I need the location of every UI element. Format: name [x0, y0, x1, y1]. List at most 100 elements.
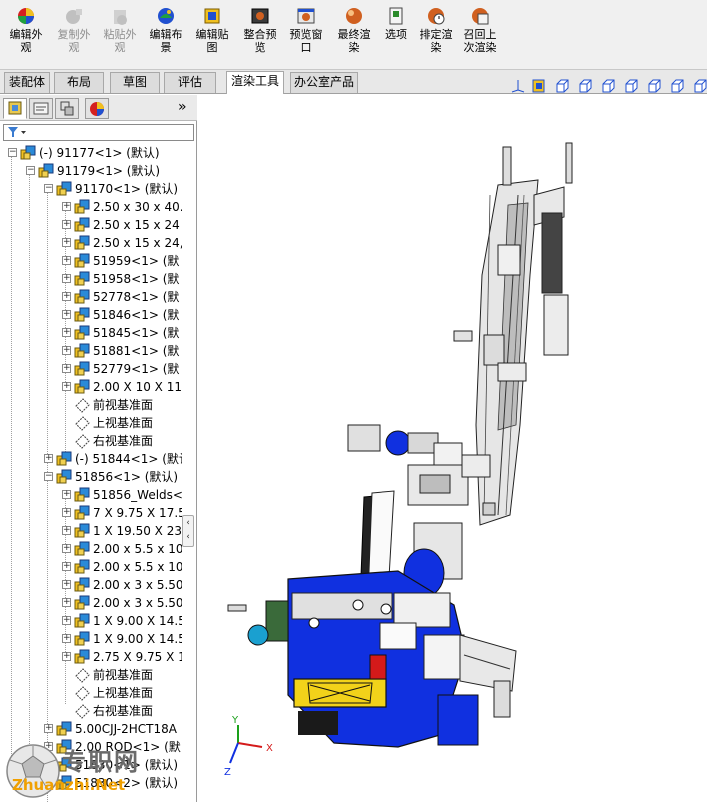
view-bottom-icon[interactable]	[669, 78, 685, 94]
collapse-toggle-icon[interactable]: −	[26, 166, 35, 175]
tab-3[interactable]: 评估	[164, 72, 216, 93]
tree-item[interactable]: +2.00 x 5.5 x 10	[0, 540, 182, 558]
tree-item[interactable]: +7 X 9.75 X 17.5	[0, 504, 182, 522]
tree-item[interactable]: 右视基准面	[0, 702, 182, 720]
tree-item[interactable]: +2.75 X 9.75 X 1	[0, 648, 182, 666]
tree-item[interactable]: +1 X 9.00 X 14.5	[0, 612, 182, 630]
toolbar-button-edit-decal[interactable]: 编辑贴 图	[188, 6, 236, 54]
expand-toggle-icon[interactable]: +	[62, 256, 71, 265]
tree-item[interactable]: +51958<1> (默	[0, 270, 182, 288]
expand-toggle-icon[interactable]: +	[62, 364, 71, 373]
tree-item[interactable]: − 91170<1> (默认)	[0, 180, 182, 198]
tree-item[interactable]: +2.50 x 15 x 24	[0, 216, 182, 234]
expand-toggle-icon[interactable]: +	[62, 238, 71, 247]
expand-toggle-icon[interactable]: +	[62, 220, 71, 229]
tree-filter-bar[interactable]	[3, 124, 194, 141]
view-back-icon[interactable]	[623, 78, 639, 94]
toolbar-button-paste-appearance[interactable]: 粘贴外 观	[96, 6, 144, 54]
toolbar-button-integrated-preview[interactable]: 整合预 览	[236, 6, 284, 54]
tree-item[interactable]: − (-) 91177<1> (默认)	[0, 144, 182, 162]
tree-item[interactable]: +5.00CJJ-2HCT18A	[0, 720, 182, 738]
graphics-viewport[interactable]: Y X Z	[198, 95, 707, 802]
tab-2[interactable]: 草图	[110, 72, 160, 93]
tree-item[interactable]: +51856_Welds<	[0, 486, 182, 504]
expand-toggle-icon[interactable]: +	[62, 382, 71, 391]
watermark-url: Zhuanzhi.Net	[12, 776, 126, 794]
tree-item-label: 51845<1> (默	[93, 326, 180, 340]
view-isometric-icon[interactable]	[531, 78, 547, 94]
tree-item[interactable]: +2.00 x 5.5 x 10	[0, 558, 182, 576]
tree-item-label: 上视基准面	[93, 686, 154, 700]
toolbar-button-copy-appearance[interactable]: 复制外 观	[50, 6, 98, 54]
toolbar-button-recall-render[interactable]: 召回上 次渲染	[456, 6, 504, 54]
filter-icon[interactable]	[6, 125, 28, 140]
expand-toggle-icon[interactable]: +	[44, 454, 53, 463]
tree-item[interactable]: 前视基准面	[0, 396, 182, 414]
tree-item[interactable]: +51959<1> (默	[0, 252, 182, 270]
view-top-icon[interactable]	[577, 78, 593, 94]
expand-toggle-icon[interactable]: +	[62, 328, 71, 337]
tab-4[interactable]: 渲染工具	[226, 71, 284, 94]
expand-toggle-icon[interactable]: +	[62, 508, 71, 517]
expand-toggle-icon[interactable]: +	[62, 634, 71, 643]
expand-toggle-icon[interactable]: +	[62, 616, 71, 625]
expand-toggle-icon[interactable]: +	[62, 346, 71, 355]
toolbar-button-edit-scene[interactable]: 编辑布 景	[142, 6, 190, 54]
tree-item[interactable]: 前视基准面	[0, 666, 182, 684]
expand-toggle-icon[interactable]: +	[62, 310, 71, 319]
configuration-tab[interactable]	[55, 98, 79, 119]
tab-1[interactable]: 布局	[54, 72, 104, 93]
expand-toggle-icon[interactable]: +	[62, 526, 71, 535]
tree-item[interactable]: − 51856<1> (默认)	[0, 468, 182, 486]
view-selector-icon[interactable]	[692, 78, 707, 94]
tree-item[interactable]: +51845<1> (默	[0, 324, 182, 342]
tree-item[interactable]: − 91179<1> (默认)	[0, 162, 182, 180]
appearance-tab[interactable]	[85, 98, 109, 119]
collapse-toggle-icon[interactable]: −	[44, 184, 53, 193]
expand-toggle-icon[interactable]: +	[62, 544, 71, 553]
tree-item[interactable]: +2.00 x 3 x 5.50	[0, 576, 182, 594]
view-front-icon[interactable]	[554, 78, 570, 94]
expand-toggle-icon[interactable]: +	[62, 202, 71, 211]
tree-item[interactable]: +1 X 9.00 X 14.5	[0, 630, 182, 648]
tree-item[interactable]: +52778<1> (默	[0, 288, 182, 306]
expand-toggle-icon[interactable]: +	[62, 274, 71, 283]
toolbar-button-final-render[interactable]: 最终渲 染	[330, 6, 378, 54]
tree-item[interactable]: 上视基准面	[0, 414, 182, 432]
expand-toggle-icon[interactable]: +	[62, 292, 71, 301]
collapse-toggle-icon[interactable]: −	[8, 148, 17, 157]
collapse-toggle-icon[interactable]: −	[44, 472, 53, 481]
tree-item[interactable]: 上视基准面	[0, 684, 182, 702]
expand-toggle-icon[interactable]: +	[62, 598, 71, 607]
feature-tree-tab[interactable]	[3, 98, 27, 119]
toolbar-button-label: 预览窗 口	[289, 28, 323, 54]
panel-collapse-button[interactable]: »	[178, 99, 187, 115]
tree-item[interactable]: +2.50 x 30 x 40.	[0, 198, 182, 216]
view-left-icon[interactable]	[646, 78, 662, 94]
toolbar-button-preview-window[interactable]: 预览窗 口	[282, 6, 330, 54]
expand-toggle-icon[interactable]: +	[62, 652, 71, 661]
expand-toggle-icon[interactable]: +	[44, 724, 53, 733]
tree-item[interactable]: 右视基准面	[0, 432, 182, 450]
tree-item[interactable]: +51881<1> (默	[0, 342, 182, 360]
tree-item[interactable]: +52779<1> (默	[0, 360, 182, 378]
view-right-icon[interactable]	[600, 78, 616, 94]
panel-splitter-handle[interactable]: ‹ ‹	[182, 515, 194, 547]
tree-item[interactable]: +2.50 x 15 x 24,	[0, 234, 182, 252]
assembly-icon	[74, 253, 90, 268]
tree-item[interactable]: +51846<1> (默	[0, 306, 182, 324]
expand-toggle-icon[interactable]: +	[62, 580, 71, 589]
expand-toggle-icon[interactable]: +	[62, 490, 71, 499]
assembly-icon	[74, 523, 90, 538]
expand-toggle-icon[interactable]: +	[62, 562, 71, 571]
toolbar-button-schedule-render[interactable]: 排定渲 染	[412, 6, 460, 54]
tab-5[interactable]: 办公室产品	[290, 72, 358, 93]
view-triad-icon[interactable]	[510, 78, 526, 94]
tree-item[interactable]: +1 X 19.50 X 23	[0, 522, 182, 540]
tree-item[interactable]: +2.00 X 10 X 11	[0, 378, 182, 396]
toolbar-button-color-wheel[interactable]: 编辑外 观	[2, 6, 50, 54]
property-tab[interactable]	[29, 98, 53, 119]
tab-0[interactable]: 装配体	[4, 72, 50, 93]
tree-item[interactable]: + (-) 51844<1> (默认	[0, 450, 182, 468]
tree-item[interactable]: +2.00 x 3 x 5.50	[0, 594, 182, 612]
